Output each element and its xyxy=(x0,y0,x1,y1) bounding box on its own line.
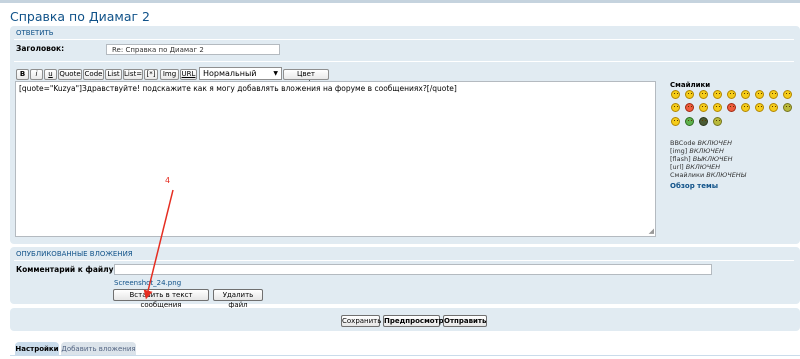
arrow-line xyxy=(143,189,174,300)
annotation-arrow xyxy=(143,189,174,300)
